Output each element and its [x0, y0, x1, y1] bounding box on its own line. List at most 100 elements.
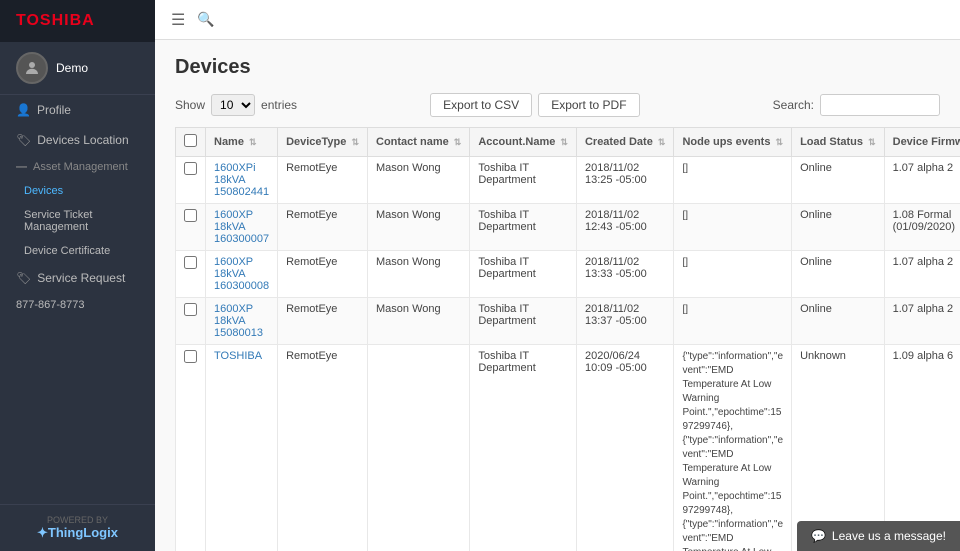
sidebar-devices-label: Devices	[24, 185, 63, 197]
row-firmware-cell: 1.07 alpha 2	[884, 251, 960, 298]
table-row: 1600XP 18kVA 160300007RemotEyeMason Wong…	[176, 204, 960, 251]
row-checkbox[interactable]	[184, 350, 197, 363]
row-status-cell: Online	[792, 204, 885, 251]
chat-icon: 💬	[811, 529, 826, 543]
sidebar-section-asset-management[interactable]: — Asset Management	[0, 155, 155, 179]
row-name-cell: TOSHIBA	[206, 345, 278, 551]
select-all-checkbox[interactable]	[184, 134, 197, 147]
row-contact-cell: Mason Wong	[368, 251, 470, 298]
show-label: Show	[175, 98, 205, 112]
sidebar-item-service-ticket[interactable]: Service Ticket Management	[0, 203, 155, 239]
main-content: ☰ 🔍 Devices Show 10 25 50 entries Export…	[155, 0, 960, 551]
export-csv-button[interactable]: Export to CSV	[430, 93, 532, 117]
th-contact-name[interactable]: Contact name ⇅	[368, 128, 470, 157]
row-name-cell: 1600XPi 18kVA 150802441	[206, 157, 278, 204]
sidebar-item-device-certificate[interactable]: Device Certificate	[0, 239, 155, 263]
row-checkbox-cell	[176, 204, 206, 251]
row-device-type-cell: RemotEye	[278, 157, 368, 204]
row-date-cell: 2018/11/02 13:25 -05:00	[576, 157, 673, 204]
chat-bubble[interactable]: 💬 Leave us a message!	[797, 521, 960, 551]
th-load-status[interactable]: Load Status ⇅	[792, 128, 885, 157]
row-checkbox[interactable]	[184, 162, 197, 175]
row-events-cell: []	[674, 251, 792, 298]
sidebar-item-service-request[interactable]: 🏷 Service Request	[0, 263, 155, 293]
row-events-cell: {"type":"information","event":"EMD Tempe…	[674, 345, 792, 551]
row-status-cell: Online	[792, 157, 885, 204]
hamburger-icon[interactable]: ☰	[171, 10, 185, 30]
row-checkbox[interactable]	[184, 256, 197, 269]
search-input[interactable]	[820, 94, 940, 116]
powered-by-label: POWERED BY	[16, 515, 139, 525]
th-checkbox	[176, 128, 206, 157]
th-node-events[interactable]: Node ups events ⇅	[674, 128, 792, 157]
sidebar-footer: POWERED BY ✦ThingLogix	[0, 504, 155, 551]
device-name-link[interactable]: 1600XP 18kVA 15080013	[214, 303, 263, 339]
row-firmware-cell: 1.08 Formal (01/09/2020)	[884, 204, 960, 251]
page-body: Devices Show 10 25 50 entries Export to …	[155, 40, 960, 551]
row-account-cell: Toshiba IT Department	[470, 157, 577, 204]
row-device-type-cell: RemotEye	[278, 345, 368, 551]
th-account-name[interactable]: Account.Name ⇅	[470, 128, 577, 157]
row-name-cell: 1600XP 18kVA 160300008	[206, 251, 278, 298]
thinglogix-label: ✦ThingLogix	[16, 525, 139, 541]
row-name-cell: 1600XP 18kVA 160300007	[206, 204, 278, 251]
export-buttons: Export to CSV Export to PDF	[430, 93, 639, 117]
sidebar-logo-area: TOSHIBA	[0, 0, 155, 42]
row-account-cell: Toshiba IT Department	[470, 298, 577, 345]
minus-icon: —	[16, 161, 27, 173]
search-label: Search:	[773, 98, 814, 112]
row-date-cell: 2018/11/02 13:37 -05:00	[576, 298, 673, 345]
search-icon[interactable]: 🔍	[197, 11, 214, 28]
row-checkbox-cell	[176, 345, 206, 551]
row-events-cell: []	[674, 298, 792, 345]
sidebar-profile[interactable]: Demo	[0, 42, 155, 95]
th-device-type[interactable]: DeviceType ⇅	[278, 128, 368, 157]
th-created-date[interactable]: Created Date ⇅	[576, 128, 673, 157]
sidebar-profile-label: Profile	[37, 103, 71, 117]
show-entries-select[interactable]: 10 25 50	[211, 94, 255, 116]
th-name[interactable]: Name ⇅	[206, 128, 278, 157]
sidebar-item-devices[interactable]: Devices	[0, 179, 155, 203]
row-checkbox[interactable]	[184, 303, 197, 316]
sidebar-devices-location-label: Devices Location	[37, 133, 128, 147]
table-controls: Show 10 25 50 entries Export to CSV Expo…	[175, 93, 940, 117]
sidebar-device-cert-label: Device Certificate	[24, 245, 110, 257]
row-device-type-cell: RemotEye	[278, 204, 368, 251]
page-title: Devices	[175, 56, 940, 79]
row-contact-cell: Mason Wong	[368, 157, 470, 204]
row-checkbox-cell	[176, 157, 206, 204]
table-row: 1600XPi 18kVA 150802441RemotEyeMason Won…	[176, 157, 960, 204]
phone-number: 877-867-8773	[0, 293, 155, 317]
row-status-cell: Online	[792, 298, 885, 345]
device-name-link[interactable]: TOSHIBA	[214, 350, 262, 362]
toshiba-logo: TOSHIBA	[16, 12, 95, 30]
row-firmware-cell: 1.07 alpha 2	[884, 157, 960, 204]
row-contact-cell	[368, 345, 470, 551]
row-date-cell: 2018/11/02 12:43 -05:00	[576, 204, 673, 251]
tag2-icon: 🏷	[16, 271, 31, 285]
device-name-link[interactable]: 1600XP 18kVA 160300008	[214, 256, 269, 292]
export-pdf-button[interactable]: Export to PDF	[538, 93, 639, 117]
device-name-link[interactable]: 1600XPi 18kVA 150802441	[214, 162, 269, 198]
row-checkbox-cell	[176, 251, 206, 298]
device-name-link[interactable]: 1600XP 18kVA 160300007	[214, 209, 269, 245]
row-device-type-cell: RemotEye	[278, 251, 368, 298]
devices-table: Name ⇅ DeviceType ⇅ Contact name ⇅ Accou…	[175, 127, 960, 551]
row-checkbox[interactable]	[184, 209, 197, 222]
row-checkbox-cell	[176, 298, 206, 345]
tag-icon: 🏷	[16, 133, 31, 147]
chat-label: Leave us a message!	[832, 529, 946, 543]
row-name-cell: 1600XP 18kVA 15080013	[206, 298, 278, 345]
table-row: 1600XP 18kVA 15080013RemotEyeMason WongT…	[176, 298, 960, 345]
row-account-cell: Toshiba IT Department	[470, 251, 577, 298]
demo-label: Demo	[56, 61, 88, 75]
sidebar-item-devices-location[interactable]: 🏷 Devices Location	[0, 125, 155, 155]
sidebar-item-profile[interactable]: 👤 Profile	[0, 95, 155, 125]
row-events-cell: []	[674, 204, 792, 251]
th-device-firmware[interactable]: Device Firmware ⇅	[884, 128, 960, 157]
row-status-cell: Online	[792, 251, 885, 298]
row-date-cell: 2018/11/02 13:33 -05:00	[576, 251, 673, 298]
entries-label: entries	[261, 98, 297, 112]
row-date-cell: 2020/06/24 10:09 -05:00	[576, 345, 673, 551]
row-account-cell: Toshiba IT Department	[470, 345, 577, 551]
